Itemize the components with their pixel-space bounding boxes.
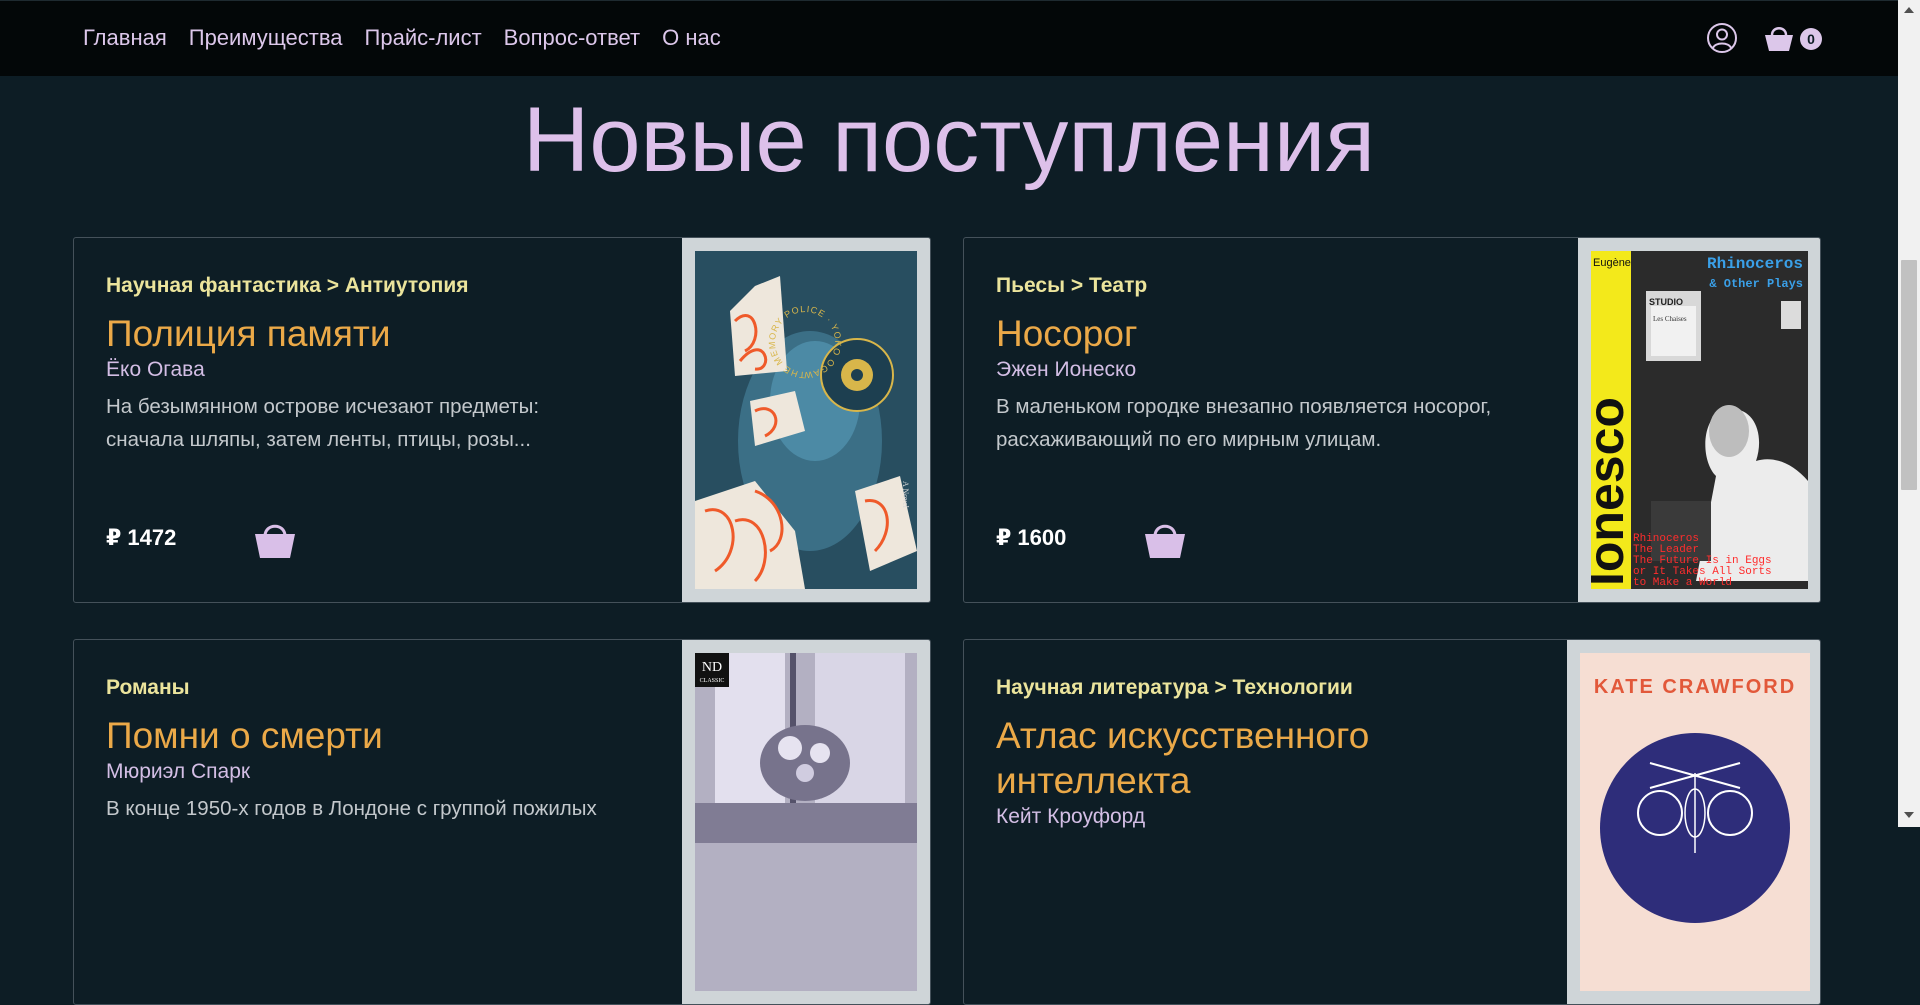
nav-link-about[interactable]: О нас	[662, 25, 721, 51]
add-to-cart-button[interactable]	[252, 516, 298, 562]
basket-icon	[1145, 524, 1185, 558]
basket-icon	[255, 524, 295, 558]
book-cover-frame: KATE CRAWFORD	[1567, 640, 1820, 1004]
nav-link-price-list[interactable]: Прайс-лист	[365, 25, 482, 51]
book-card-body: Научная литература > Технологии Атлас ис…	[996, 675, 1556, 837]
book-card: Пьесы > Театр Носорог Эжен Ионеско В мал…	[963, 237, 1821, 603]
book-title[interactable]: Носорог	[996, 311, 1556, 356]
book-card: Научная фантастика > Антиутопия Полиция …	[73, 237, 931, 603]
book-cover-frame: THE MEMORY POLICE · YOKO OGAWA · A Novel	[682, 238, 930, 602]
cover-side-text: A Novel	[901, 481, 910, 509]
scroll-up-icon[interactable]	[1904, 7, 1914, 13]
book-author: Мюриэл Спарк	[106, 760, 251, 783]
book-price: ₽ 1472	[106, 525, 177, 550]
cover-badge-sub: CLASSIC	[700, 678, 725, 684]
add-to-cart-button[interactable]	[1142, 516, 1188, 562]
user-icon	[1707, 23, 1737, 53]
cover-sign-1: STUDIO	[1649, 297, 1683, 307]
book-cover-image[interactable]: ND CLASSIC	[695, 653, 917, 991]
book-description: В маленьком городке внезапно появляется …	[996, 395, 1492, 451]
nav-link-faq[interactable]: Вопрос-ответ	[504, 25, 640, 51]
book-card-body: Пьесы > Театр Носорог Эжен Ионеско В мал…	[996, 273, 1556, 456]
book-category: Пьесы > Театр	[996, 274, 1148, 297]
nav-links: Главная Преимущества Прайс-лист Вопрос-о…	[83, 25, 721, 51]
book-cover-image[interactable]: THE MEMORY POLICE · YOKO OGAWA · A Novel	[695, 251, 917, 589]
book-card-body: Научная фантастика > Антиутопия Полиция …	[106, 273, 666, 456]
book-category: Романы	[106, 676, 190, 699]
book-category: Научная фантастика > Антиутопия	[106, 274, 469, 297]
page-scrollbar[interactable]	[1898, 0, 1920, 827]
cart-button[interactable]: 0	[1763, 22, 1823, 54]
user-account-button[interactable]	[1706, 22, 1738, 54]
book-cover-frame: Eugène Ionesco Rhinoceros & Other Plays …	[1578, 238, 1820, 602]
book-author: Ёко Огава	[106, 358, 205, 381]
scroll-down-icon[interactable]	[1904, 812, 1914, 818]
cover-title: Rhinoceros	[1707, 255, 1803, 273]
book-title[interactable]: Помни о смерти	[106, 713, 666, 758]
book-title[interactable]: Атлас искусственного интеллекта	[996, 713, 1416, 803]
book-author: Эжен Ионеско	[996, 358, 1137, 381]
book-cover-image[interactable]: KATE CRAWFORD	[1580, 653, 1810, 991]
book-price: ₽ 1600	[996, 525, 1067, 550]
book-cover-frame: ND CLASSIC	[682, 640, 930, 1004]
cover-author: KATE CRAWFORD	[1594, 676, 1796, 698]
scroll-thumb[interactable]	[1901, 260, 1917, 490]
book-card: Романы Помни о смерти Мюриэл Спарк В кон…	[73, 639, 931, 1005]
cover-sign-2: Les Chaises	[1653, 315, 1687, 323]
nav-link-advantages[interactable]: Преимущества	[189, 25, 343, 51]
book-card-body: Романы Помни о смерти Мюриэл Спарк В кон…	[106, 675, 666, 825]
cover-author-last: Ionesco	[1591, 397, 1634, 586]
book-card: Научная литература > Технологии Атлас ис…	[963, 639, 1821, 1005]
page-title: Новые поступления	[522, 89, 1376, 191]
cover-badge: ND	[702, 660, 722, 675]
book-description: На безымянном острове исчезают предметы:…	[106, 395, 540, 451]
book-category: Научная литература > Технологии	[996, 676, 1353, 699]
book-cover-image[interactable]: Eugène Ionesco Rhinoceros & Other Plays …	[1591, 251, 1808, 589]
cover-author-first: Eugène	[1593, 257, 1631, 269]
book-description: В конце 1950-х годов в Лондоне с группой…	[106, 797, 597, 820]
cart-count-badge: 0	[1800, 28, 1822, 50]
book-title[interactable]: Полиция памяти	[106, 311, 666, 356]
cover-contents-line: to Make a World	[1633, 577, 1732, 589]
cart-icon	[1765, 27, 1793, 51]
nav-link-home[interactable]: Главная	[83, 25, 167, 51]
top-navbar: Главная Преимущества Прайс-лист Вопрос-о…	[0, 0, 1898, 76]
cover-subtitle: & Other Plays	[1709, 277, 1803, 291]
